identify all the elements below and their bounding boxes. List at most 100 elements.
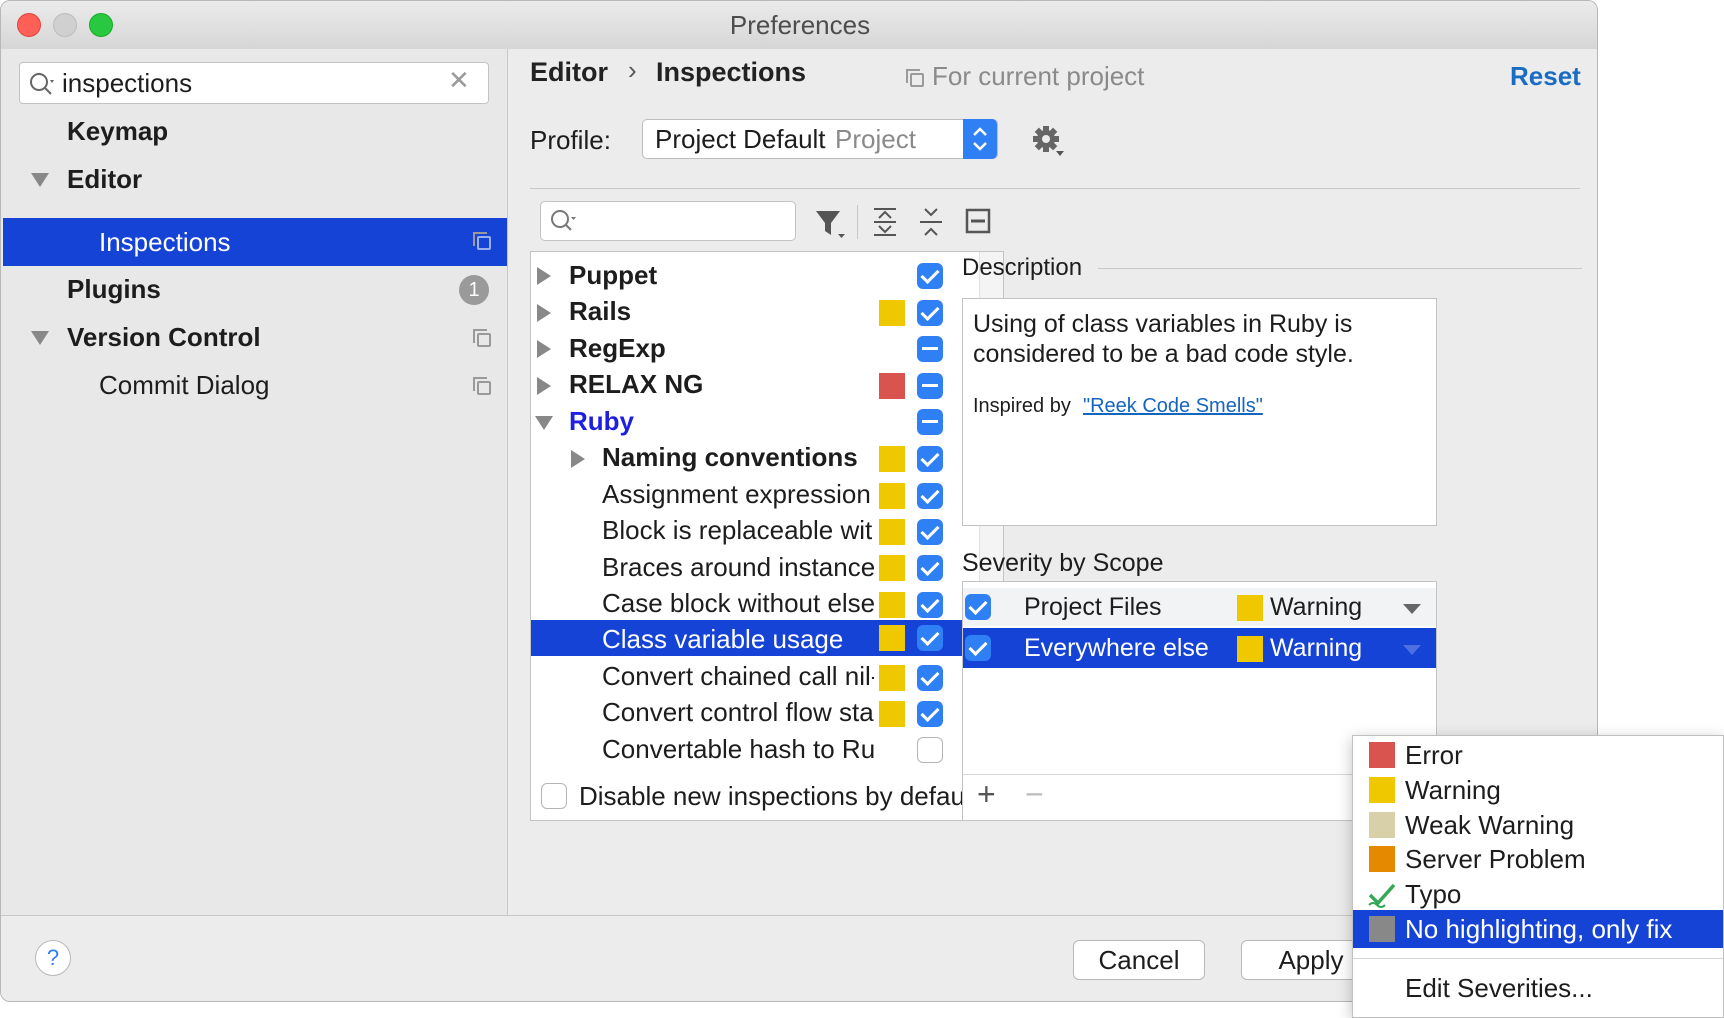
menu-item-edit-severities[interactable]: Edit Severities...: [1353, 969, 1723, 1007]
settings-sidebar: inspections ✕ Keymap Editor Inspections …: [1, 49, 508, 915]
sidebar-item-version-control[interactable]: Version Control: [67, 313, 261, 361]
separator: [530, 188, 1580, 189]
expand-arrow-icon[interactable]: [537, 340, 551, 358]
settings-search-field[interactable]: inspections ✕: [19, 62, 489, 104]
disable-new-inspections-label[interactable]: Disable new inspections by default: [579, 781, 978, 812]
tree-row-case-block[interactable]: Case block without else: [602, 588, 874, 619]
expand-arrow-icon[interactable]: [537, 267, 551, 285]
scope-checkbox-everywhere-else[interactable]: [965, 635, 991, 661]
severity-warning-swatch: [879, 483, 905, 509]
tree-row-puppet[interactable]: Puppet: [569, 260, 657, 291]
scope-severity-value[interactable]: Warning: [1270, 634, 1362, 663]
sidebar-item-plugins[interactable]: Plugins: [67, 265, 161, 313]
description-box: Using of class variables in Ruby is cons…: [962, 298, 1437, 526]
filter-icon[interactable]: [814, 207, 848, 241]
expand-editor-icon[interactable]: [31, 173, 49, 187]
checkbox-class-variable-usage[interactable]: [917, 625, 943, 651]
collapse-arrow-icon[interactable]: [535, 416, 553, 430]
description-text: Using of class variables in Ruby is cons…: [973, 310, 1354, 368]
tree-row-naming-conventions[interactable]: Naming conventions: [602, 442, 858, 473]
severity-warning-swatch: [879, 519, 905, 545]
scope-severity-value[interactable]: Warning: [1270, 593, 1362, 622]
checkbox-regexp[interactable]: [917, 336, 943, 362]
reek-code-smells-link[interactable]: "Reek Code Smells": [1083, 395, 1263, 418]
menu-item-label: Typo: [1405, 879, 1462, 909]
checkbox-convert-control-flow[interactable]: [917, 701, 943, 727]
severity-warning-swatch: [1237, 595, 1263, 621]
severity-warning-swatch: [1369, 777, 1395, 803]
reset-to-default-icon[interactable]: [962, 205, 996, 239]
menu-item-server-problem[interactable]: Server Problem: [1353, 840, 1723, 878]
menu-item-label: Error: [1405, 740, 1463, 770]
help-button[interactable]: ?: [35, 940, 71, 976]
chevron-down-icon[interactable]: [1403, 604, 1421, 614]
scope-note: For current project: [932, 61, 1145, 91]
tree-row-assignment-expression[interactable]: Assignment expression in conditional: [602, 479, 874, 510]
breadcrumb-separator: ›: [628, 55, 637, 85]
add-scope-button[interactable]: +: [977, 776, 996, 813]
profile-select[interactable]: Project Default Project: [642, 119, 998, 159]
severity-warning-swatch: [879, 592, 905, 618]
remove-scope-button[interactable]: −: [1025, 776, 1044, 813]
tree-row-braces-around-instance[interactable]: Braces around instance: [602, 552, 874, 583]
sidebar-item-inspections[interactable]: Inspections: [3, 218, 507, 266]
cancel-button[interactable]: Cancel: [1073, 940, 1205, 980]
description-heading-rule: [1098, 268, 1582, 269]
checkbox-convert-chained-call[interactable]: [917, 665, 943, 691]
tree-row-block-replaceable[interactable]: Block is replaceable with: [602, 515, 874, 546]
menu-item-warning[interactable]: Warning: [1353, 771, 1723, 809]
checkbox-naming-conventions[interactable]: [917, 446, 943, 472]
severity-weak-warning-swatch: [1369, 812, 1395, 838]
checkbox-rails[interactable]: [917, 300, 943, 326]
tree-row-convertable-hash[interactable]: Convertable hash to Rub: [602, 734, 874, 765]
window-title: Preferences: [729, 10, 871, 40]
tree-row-relax-ng[interactable]: RELAX NG: [569, 369, 703, 400]
sidebar-item-commit-dialog[interactable]: Commit Dialog: [99, 361, 270, 409]
tree-row-convert-control-flow[interactable]: Convert control flow sta: [602, 697, 874, 728]
tree-row-ruby[interactable]: Ruby: [569, 406, 634, 437]
project-scope-icon: [473, 329, 491, 347]
settings-search-input[interactable]: inspections: [62, 68, 192, 99]
menu-item-label: Edit Severities...: [1405, 973, 1593, 1003]
menu-item-weak-warning[interactable]: Weak Warning: [1353, 806, 1723, 844]
tree-row-regexp[interactable]: RegExp: [569, 333, 666, 364]
tree-row-convert-chained-call[interactable]: Convert chained call nil-: [602, 661, 874, 692]
expand-version-control-icon[interactable]: [31, 331, 49, 345]
expand-arrow-icon[interactable]: [571, 450, 585, 468]
checkbox-block-replaceable[interactable]: [917, 519, 943, 545]
profile-type: Project: [835, 124, 916, 154]
severity-warning-swatch: [879, 300, 905, 326]
expand-arrow-icon[interactable]: [537, 377, 551, 395]
tree-row-class-variable-usage[interactable]: Class variable usage: [531, 620, 979, 656]
menu-item-label: Weak Warning: [1405, 810, 1575, 840]
checkbox-case-block[interactable]: [917, 592, 943, 618]
sidebar-item-inspections-label: Inspections: [99, 227, 231, 257]
sidebar-item-editor[interactable]: Editor: [67, 155, 142, 203]
reset-link[interactable]: Reset: [1510, 61, 1581, 92]
collapse-all-icon[interactable]: [914, 205, 948, 239]
menu-item-no-highlighting[interactable]: No highlighting, only fix: [1353, 910, 1723, 948]
scope-row-project-files[interactable]: Project Files Warning: [963, 588, 1436, 626]
checkbox-convertable-hash[interactable]: [917, 737, 943, 763]
tree-row-rails[interactable]: Rails: [569, 296, 631, 327]
checkbox-braces-around-instance[interactable]: [917, 555, 943, 581]
gear-icon[interactable]: [1030, 123, 1066, 159]
checkbox-assignment-expression[interactable]: [917, 483, 943, 509]
chevron-down-icon[interactable]: [1403, 645, 1421, 655]
scope-checkbox-project-files[interactable]: [965, 594, 991, 620]
inspection-filter-input[interactable]: [540, 201, 796, 241]
checkbox-relax-ng[interactable]: [917, 373, 943, 399]
severity-dropdown-menu: Error Warning Weak Warning Server Proble…: [1352, 735, 1724, 1018]
scope-row-everywhere-else[interactable]: Everywhere else Warning: [963, 628, 1436, 668]
expand-all-icon[interactable]: [868, 205, 902, 239]
menu-item-error[interactable]: Error: [1353, 736, 1723, 774]
sidebar-item-keymap[interactable]: Keymap: [67, 107, 168, 155]
menu-item-label: Warning: [1405, 775, 1501, 805]
expand-arrow-icon[interactable]: [537, 304, 551, 322]
clear-search-icon[interactable]: ✕: [448, 65, 470, 96]
disable-new-inspections-checkbox[interactable]: [541, 783, 567, 809]
breadcrumb-editor[interactable]: Editor: [530, 57, 608, 88]
checkbox-puppet[interactable]: [917, 263, 943, 289]
checkbox-ruby[interactable]: [917, 409, 943, 435]
menu-item-typo[interactable]: Typo: [1353, 875, 1723, 913]
